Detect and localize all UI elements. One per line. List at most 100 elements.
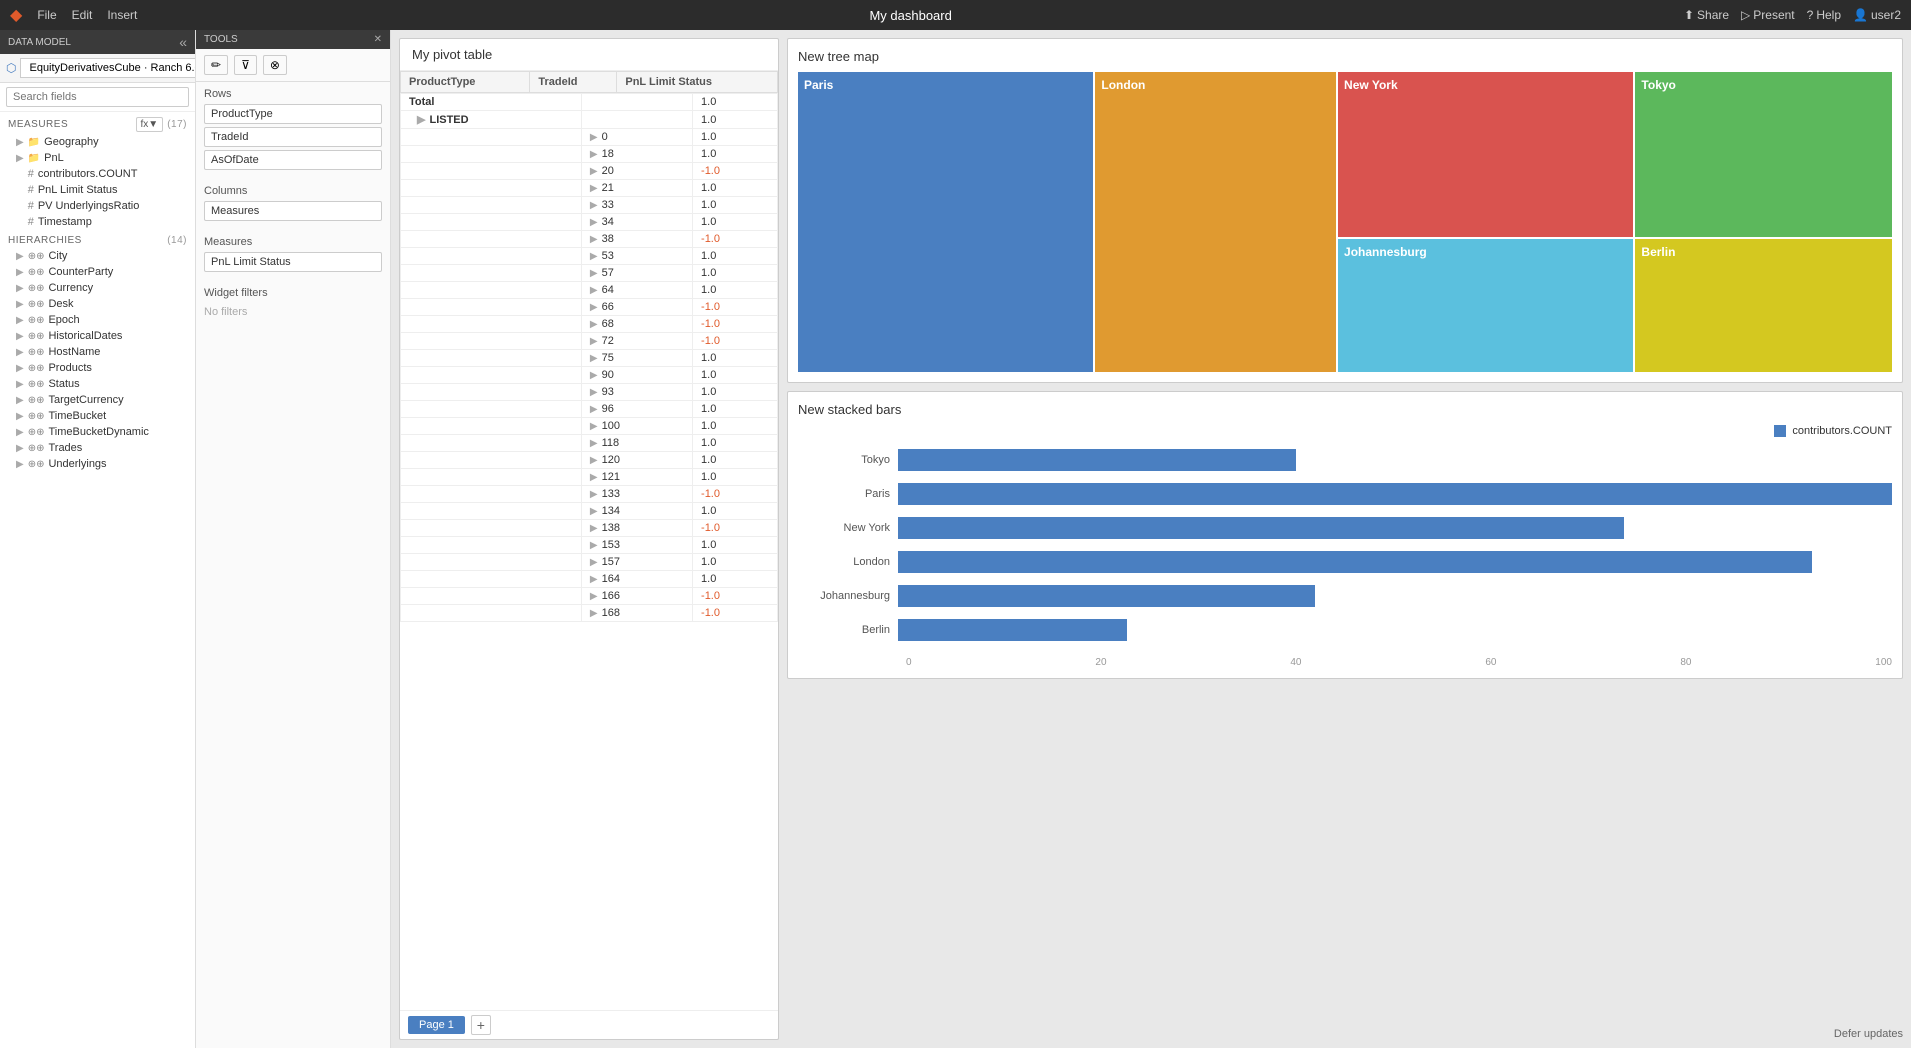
add-page-button[interactable]: + <box>471 1015 491 1035</box>
row-value: -1.0 <box>693 605 778 622</box>
edit-tool-button[interactable]: ✏ <box>204 55 228 75</box>
app-logo: ◆ <box>10 5 22 25</box>
table-row[interactable]: ▶68-1.0 <box>401 316 778 333</box>
table-row[interactable]: ▶211.0 <box>401 180 778 197</box>
row-producttype <box>401 401 582 418</box>
treemap-cell-berlin[interactable]: Berlin <box>1635 239 1892 372</box>
measure-pnl-limit-status[interactable]: ▶ # PnL Limit Status <box>0 182 195 198</box>
hierarchy-currency[interactable]: ▶ ⊕⊕ Currency <box>0 280 195 296</box>
menu-insert[interactable]: Insert <box>107 8 137 22</box>
bar-row: Berlin <box>798 619 1892 641</box>
table-row[interactable]: ▶1641.0 <box>401 571 778 588</box>
hierarchy-targetcurrency[interactable]: ▶ ⊕⊕ TargetCurrency <box>0 392 195 408</box>
collapse-data-model-button[interactable]: « <box>179 34 187 50</box>
row-producttype <box>401 299 582 316</box>
main-content: My pivot table ProductType TradeId PnL L… <box>399 38 1903 1040</box>
measure-contributors-count[interactable]: ▶ # contributors.COUNT <box>0 166 195 182</box>
hierarchy-trades[interactable]: ▶ ⊕⊕ Trades <box>0 440 195 456</box>
share-button[interactable]: ⬆ Share <box>1684 8 1729 22</box>
treemap-cell-london[interactable]: London <box>1095 72 1336 372</box>
hierarchy-timebucket[interactable]: ▶ ⊕⊕ TimeBucket <box>0 408 195 424</box>
bar-fill <box>898 585 1315 607</box>
row-value: 1.0 <box>693 452 778 469</box>
menu-edit[interactable]: Edit <box>72 8 93 22</box>
table-row[interactable]: ▶138-1.0 <box>401 520 778 537</box>
table-row[interactable]: ▶181.0 <box>401 146 778 163</box>
rows-item-asofdate[interactable]: AsOfDate <box>204 150 382 170</box>
pivot-scroll-area[interactable]: Total1.0▶LISTED1.0▶01.0▶181.0▶20-1.0▶211… <box>400 93 778 673</box>
row-value: -1.0 <box>693 231 778 248</box>
rows-item-producttype[interactable]: ProductType <box>204 104 382 124</box>
table-row[interactable]: ▶1571.0 <box>401 554 778 571</box>
search-fields-input[interactable] <box>6 87 189 107</box>
user-button[interactable]: 👤 user2 <box>1853 8 1901 22</box>
hierarchy-epoch[interactable]: ▶ ⊕⊕ Epoch <box>0 312 195 328</box>
hierarchy-products[interactable]: ▶ ⊕⊕ Products <box>0 360 195 376</box>
columns-item-measures[interactable]: Measures <box>204 201 382 221</box>
table-row[interactable]: ▶341.0 <box>401 214 778 231</box>
table-row[interactable]: ▶571.0 <box>401 265 778 282</box>
hierarchy-underlyings[interactable]: ▶ ⊕⊕ Underlyings <box>0 456 195 472</box>
pivot-table-panel: My pivot table ProductType TradeId PnL L… <box>399 38 779 1040</box>
table-row[interactable]: ▶931.0 <box>401 384 778 401</box>
table-row[interactable]: ▶331.0 <box>401 197 778 214</box>
hierarchy-timebucketdynamic[interactable]: ▶ ⊕⊕ TimeBucketDynamic <box>0 424 195 440</box>
row-value: -1.0 <box>693 316 778 333</box>
table-row[interactable]: ▶1001.0 <box>401 418 778 435</box>
hierarchy-hostname[interactable]: ▶ ⊕⊕ HostName <box>0 344 195 360</box>
table-row[interactable]: ▶531.0 <box>401 248 778 265</box>
table-row[interactable]: ▶133-1.0 <box>401 486 778 503</box>
hierarchy-status[interactable]: ▶ ⊕⊕ Status <box>0 376 195 392</box>
hierarchy-desk[interactable]: ▶ ⊕⊕ Desk <box>0 296 195 312</box>
table-row[interactable]: ▶20-1.0 <box>401 163 778 180</box>
dashboard-title: My dashboard <box>137 8 1684 23</box>
hierarchy-city[interactable]: ▶ ⊕⊕ City <box>0 248 195 264</box>
measure-timestamp[interactable]: ▶ # Timestamp <box>0 214 195 230</box>
measures-item-pnl-limit-status[interactable]: PnL Limit Status <box>204 252 382 272</box>
hierarchy-counterparty[interactable]: ▶ ⊕⊕ CounterParty <box>0 264 195 280</box>
hierarchies-list: ▶ ⊕⊕ City ▶ ⊕⊕ CounterParty ▶ ⊕⊕ Currenc… <box>0 248 195 1048</box>
bar-track <box>898 517 1892 539</box>
row-producttype <box>401 367 582 384</box>
table-row[interactable]: ▶901.0 <box>401 367 778 384</box>
treemap-cell-newyork[interactable]: New York <box>1338 72 1633 237</box>
menu-file[interactable]: File <box>37 8 56 22</box>
treemap-cell-paris[interactable]: Paris <box>798 72 1093 372</box>
pivot-listed-row: ▶LISTED1.0 <box>401 111 778 129</box>
table-row[interactable]: ▶641.0 <box>401 282 778 299</box>
table-row[interactable]: ▶1341.0 <box>401 503 778 520</box>
table-row[interactable]: ▶751.0 <box>401 350 778 367</box>
columns-section: Columns Measures <box>196 179 390 230</box>
table-row[interactable]: ▶168-1.0 <box>401 605 778 622</box>
row-producttype <box>401 350 582 367</box>
table-row[interactable]: ▶166-1.0 <box>401 588 778 605</box>
row-value: 1.0 <box>693 571 778 588</box>
cube-dropdown[interactable]: EquityDerivativesCube · Ranch 6.0 <box>20 58 196 78</box>
present-button[interactable]: ▷ Present <box>1741 8 1795 22</box>
x-axis: 0 20 40 60 80 100 <box>798 657 1892 668</box>
measure-geography[interactable]: ▶ 📁 Geography <box>0 134 195 150</box>
treemap-cell-tokyo[interactable]: Tokyo <box>1635 72 1892 237</box>
clear-tool-button[interactable]: ⊗ <box>263 55 287 75</box>
rows-item-tradeid[interactable]: TradeId <box>204 127 382 147</box>
table-row[interactable]: ▶1211.0 <box>401 469 778 486</box>
table-row[interactable]: ▶1181.0 <box>401 435 778 452</box>
page-1-tab[interactable]: Page 1 <box>408 1016 465 1034</box>
hierarchy-historicaldates[interactable]: ▶ ⊕⊕ HistoricalDates <box>0 328 195 344</box>
table-row[interactable]: ▶66-1.0 <box>401 299 778 316</box>
table-row[interactable]: ▶961.0 <box>401 401 778 418</box>
defer-updates-button[interactable]: Defer updates <box>1834 1028 1903 1040</box>
measure-pnl[interactable]: ▶ 📁 PnL <box>0 150 195 166</box>
help-button[interactable]: ? Help <box>1807 8 1841 22</box>
treemap-cell-johannesburg[interactable]: Johannesburg <box>1338 239 1633 372</box>
table-row[interactable]: ▶01.0 <box>401 129 778 146</box>
table-row[interactable]: ▶38-1.0 <box>401 231 778 248</box>
table-row[interactable]: ▶1531.0 <box>401 537 778 554</box>
measure-pv-underlyings-ratio[interactable]: ▶ # PV UnderlyingsRatio <box>0 198 195 214</box>
close-tools-button[interactable]: ✕ <box>374 34 382 45</box>
table-row[interactable]: ▶1201.0 <box>401 452 778 469</box>
filter-tool-button[interactable]: ⊽ <box>234 55 257 75</box>
table-row[interactable]: ▶72-1.0 <box>401 333 778 350</box>
fx-button[interactable]: fx▼ <box>136 117 164 132</box>
row-producttype <box>401 248 582 265</box>
